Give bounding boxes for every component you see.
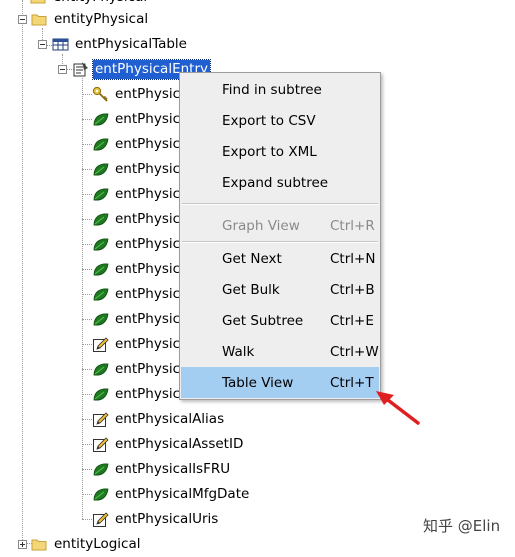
tree-node-entity-logical[interactable]: entityLogical: [31, 533, 143, 555]
tree-label: entPhysicalMfgDate: [115, 485, 250, 502]
tree-row-child[interactable]: entPhysica: [92, 233, 190, 255]
tree-label: entPhysicalAssetID: [115, 435, 244, 452]
tree-row-child[interactable]: entPhysica: [92, 83, 190, 105]
tree-row-child[interactable]: entPhysicalAssetID: [92, 433, 245, 455]
key-icon: [92, 86, 109, 103]
pencil-icon: [92, 436, 109, 453]
menu-item-find-in-subtree[interactable]: Find in subtree: [181, 74, 379, 105]
menu-item-shortcut: Ctrl+E: [330, 312, 374, 329]
tree-row-child[interactable]: entPhysicalUris: [92, 508, 220, 530]
tree-row-child[interactable]: entPhysicalAlias: [92, 408, 226, 430]
pencil-icon: [92, 411, 109, 428]
collapse-toggle[interactable]: [38, 40, 47, 49]
leaf-icon: [92, 136, 109, 153]
menu-item-export-xml[interactable]: Export to XML: [181, 136, 379, 167]
leaf-icon: [92, 186, 109, 203]
menu-item-shortcut: Ctrl+N: [330, 250, 376, 267]
folder-icon: [31, 536, 48, 553]
tree-row-child[interactable]: entPhysicalMfgDate: [92, 483, 251, 505]
menu-item-shortcut: Ctrl+R: [330, 217, 375, 234]
tree-label: entityPhysical: [54, 10, 149, 27]
tree-node-table[interactable]: entPhysicalTable: [52, 33, 189, 55]
menu-item-get-bulk[interactable]: Get Bulk Ctrl+B: [181, 274, 379, 305]
folder-icon: [30, 0, 47, 6]
menu-item-label: Export to CSV: [222, 112, 316, 129]
leaf-icon: [92, 111, 109, 128]
collapse-toggle[interactable]: [18, 15, 27, 24]
menu-item-table-view[interactable]: Table View Ctrl+T: [181, 367, 379, 398]
tree-row-partial[interactable]: entityPhysical: [30, 0, 149, 8]
folder-icon: [31, 11, 48, 28]
leaf-icon: [92, 386, 109, 403]
leaf-icon: [92, 361, 109, 378]
tree-label: entPhysicalAlias: [115, 410, 225, 427]
leaf-icon: [92, 236, 109, 253]
menu-item-label: Get Bulk: [222, 281, 280, 298]
menu-item-shortcut: Ctrl+W: [330, 343, 379, 360]
tree-row-child[interactable]: entPhysica: [92, 333, 190, 355]
tree-row-child[interactable]: entPhysicalIsFRU: [92, 458, 232, 480]
tree-row-child[interactable]: entPhysica: [92, 358, 190, 380]
tree-row-child[interactable]: entPhysica: [92, 383, 190, 405]
leaf-icon: [92, 261, 109, 278]
tree-row-child[interactable]: entPhysica: [92, 133, 190, 155]
menu-item-label: Export to XML: [222, 143, 317, 160]
expand-toggle[interactable]: [18, 540, 27, 549]
menu-item-shortcut: Ctrl+T: [330, 374, 374, 391]
menu-item-get-next[interactable]: Get Next Ctrl+N: [181, 243, 379, 274]
menu-item-get-subtree[interactable]: Get Subtree Ctrl+E: [181, 305, 379, 336]
arrow-annotation-icon: [376, 391, 420, 425]
tree-row-child[interactable]: entPhysica: [92, 208, 190, 230]
tree-node-entity-physical[interactable]: entityPhysical: [31, 8, 150, 30]
tree-row-child[interactable]: entPhysica: [92, 308, 190, 330]
menu-item-label: Expand subtree: [222, 174, 329, 191]
tree-label: entPhysicalTable: [75, 35, 187, 52]
leaf-icon: [92, 211, 109, 228]
menu-item-label: Get Subtree: [222, 312, 304, 329]
watermark: 知乎 @Elin: [423, 517, 501, 535]
tree-label: entityPhysical: [51, 0, 149, 7]
leaf-icon: [92, 311, 109, 328]
leaf-icon: [92, 286, 109, 303]
leaf-icon: [92, 461, 109, 478]
menu-item-label: Find in subtree: [222, 81, 322, 98]
tree-row-child[interactable]: entPhysica: [92, 258, 190, 280]
menu-item-export-csv[interactable]: Export to CSV: [181, 105, 379, 136]
table-icon: [52, 36, 69, 53]
tree-label: entityLogical: [54, 535, 141, 552]
entry-icon: [72, 61, 89, 78]
menu-item-label: Get Next: [222, 250, 282, 267]
leaf-icon: [92, 161, 109, 178]
menu-item-expand-subtree[interactable]: Expand subtree: [181, 167, 379, 198]
pencil-icon: [92, 511, 109, 528]
tree-label: entPhysicalUris: [115, 510, 219, 527]
menu-separator: [182, 203, 378, 205]
menu-item-walk[interactable]: Walk Ctrl+W: [181, 336, 379, 367]
tree-label: entPhysicalIsFRU: [115, 460, 231, 477]
menu-item-label: Graph View: [222, 217, 300, 234]
tree-row-child[interactable]: entPhysica: [92, 158, 190, 180]
menu-item-shortcut: Ctrl+B: [330, 281, 375, 298]
context-menu: Find in subtree Export to CSV Export to …: [179, 72, 381, 400]
leaf-icon: [92, 486, 109, 503]
menu-item-label: Table View: [222, 374, 294, 391]
pencil-icon: [92, 336, 109, 353]
menu-item-graph-view: Graph View Ctrl+R: [181, 210, 379, 241]
collapse-toggle[interactable]: [58, 65, 67, 74]
tree-row-child[interactable]: entPhysica: [92, 108, 190, 130]
menu-item-label: Walk: [222, 343, 255, 360]
tree-row-child[interactable]: entPhysica: [92, 183, 190, 205]
tree-row-child[interactable]: entPhysica: [92, 283, 190, 305]
